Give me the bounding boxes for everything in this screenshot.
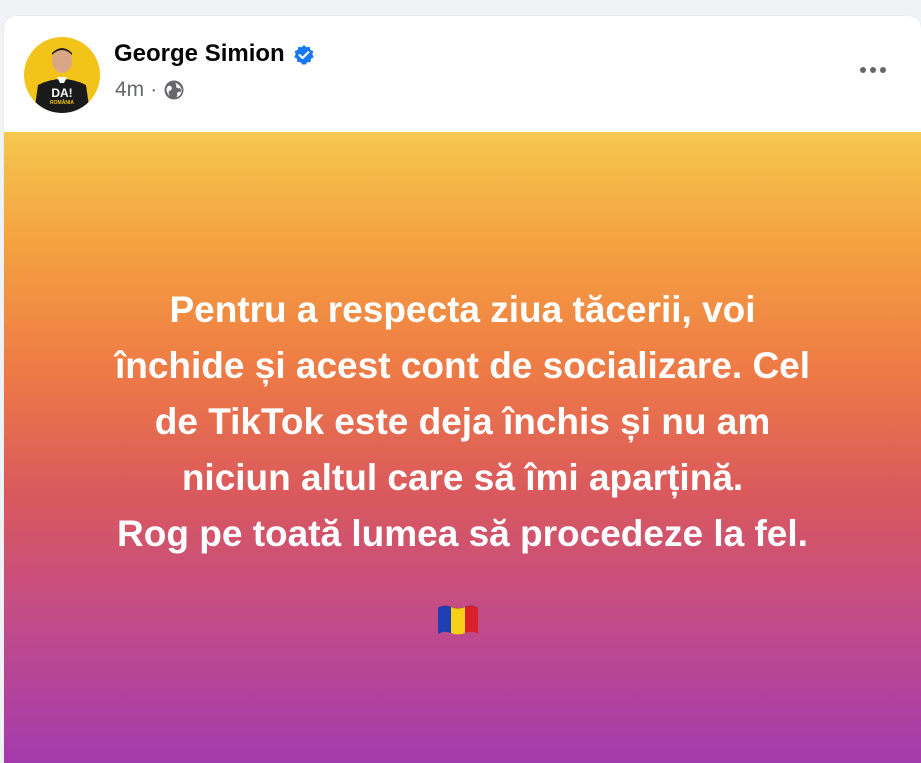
verified-badge-icon (293, 44, 315, 66)
post-text-line: Pentru a respecta ziua tăcerii, voi (169, 289, 756, 330)
avatar-badge-text: DA! (51, 86, 72, 100)
globe-icon[interactable] (163, 79, 185, 101)
romania-flag-icon (436, 602, 480, 636)
post-card: DA! ROMÂNIA George Simion 4m · Pentru a … (4, 16, 921, 763)
post-header: DA! ROMÂNIA George Simion 4m · (4, 16, 921, 132)
post-text-line: niciun altul care să îmi aparțină. (181, 457, 744, 498)
post-text: Pentru a respecta ziua tăcerii, voi înch… (24, 282, 901, 562)
post-text-background: Pentru a respecta ziua tăcerii, voi înch… (4, 132, 921, 763)
post-text-line: Rog pe toată lumea să procedeze la fel. (117, 513, 808, 554)
avatar-badge-subtext: ROMÂNIA (50, 99, 74, 106)
avatar[interactable]: DA! ROMÂNIA (24, 37, 100, 113)
author-name[interactable]: George Simion (114, 40, 285, 68)
more-options-icon (860, 67, 886, 73)
post-text-line: închide și acest cont de socializare. Ce… (114, 345, 811, 386)
more-options-button[interactable] (853, 54, 893, 86)
author-row: George Simion (114, 40, 315, 68)
avatar-image: DA! ROMÂNIA (24, 37, 100, 113)
post-meta: 4m · (115, 78, 185, 102)
meta-separator: · (150, 78, 158, 101)
post-timestamp[interactable]: 4m (115, 78, 144, 102)
post-text-line: de TikTok este deja închis și nu am (154, 401, 771, 442)
